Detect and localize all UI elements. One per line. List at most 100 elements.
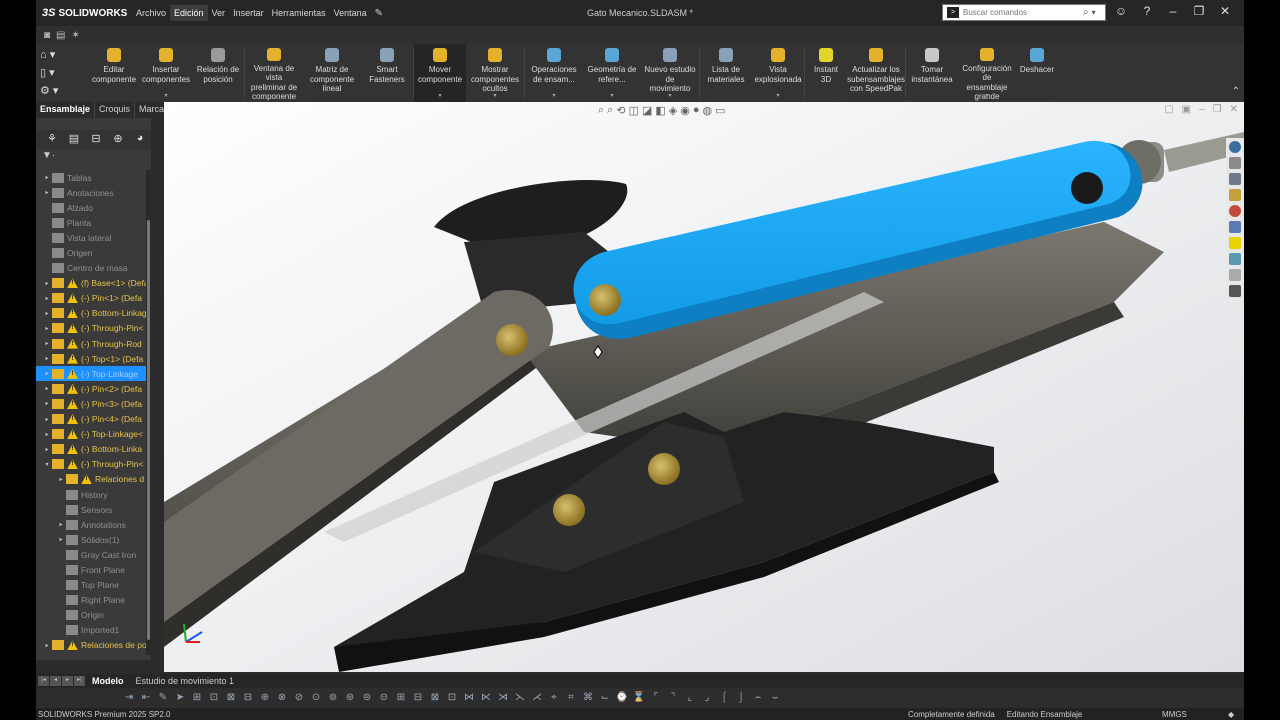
tree-item[interactable]: Origen xyxy=(36,245,151,260)
tree-item[interactable]: ▸! (-) Pin<1> (Defa xyxy=(36,291,151,306)
graphics-area[interactable]: ⌕ ⌕ ⟲ ◫ ◪ ◧ ◈ ◉ ● ◍ ▭ ▢ ▣ – ❐ ✕ xyxy=(164,102,1244,672)
toolbar-tool-icon[interactable]: ⊟ xyxy=(241,692,255,704)
tab-motion-study[interactable]: Estudio de movimiento 1 xyxy=(130,676,241,686)
dropdown-arrow-icon[interactable]: ▾ xyxy=(668,93,671,100)
search-input[interactable] xyxy=(963,8,1083,17)
view-palette-icon[interactable] xyxy=(1229,189,1241,201)
appearances-icon[interactable] xyxy=(1229,205,1241,217)
apply-scene-icon[interactable]: ◍ xyxy=(703,104,713,117)
appearance-icon[interactable]: ◕ xyxy=(130,132,150,148)
zoom-fit-icon[interactable]: ⌕ xyxy=(598,104,604,117)
dropdown-arrow-icon[interactable]: ▾ xyxy=(610,93,613,100)
toolbar-tool-icon[interactable]: ⊝ xyxy=(377,692,391,704)
chevron-up-icon[interactable]: ⌃ xyxy=(1232,86,1240,97)
expand-arrow-icon[interactable]: ▸ xyxy=(42,446,52,453)
tools-icon[interactable]: ✶ xyxy=(72,30,80,41)
dropdown-arrow-icon[interactable]: ▾ xyxy=(776,93,779,100)
printer-icon[interactable]: ▤ xyxy=(56,30,65,41)
dropdown-arrow-icon[interactable]: ▾ xyxy=(164,93,167,100)
toolbar-tool-icon[interactable]: ⌚ xyxy=(615,692,629,704)
pin-4[interactable] xyxy=(589,284,621,316)
ribbon-button-0[interactable]: Editar componente xyxy=(88,44,140,102)
pin-2[interactable] xyxy=(553,494,585,526)
toolbar-tool-icon[interactable]: ⌝ xyxy=(666,692,680,704)
toolbar-tool-icon[interactable]: ⊡ xyxy=(207,692,221,704)
section-view-icon[interactable]: ◫ xyxy=(629,104,639,117)
configuration-icon[interactable]: ⊟ xyxy=(86,132,106,148)
new-document-icon[interactable]: ▯ ▾ xyxy=(40,66,84,80)
hide-show-icon[interactable]: ◉ xyxy=(680,104,690,117)
previous-view-icon[interactable]: ⟲ xyxy=(616,104,625,117)
tree-item[interactable]: Right Plane xyxy=(36,593,151,608)
expand-arrow-icon[interactable]: ▸ xyxy=(42,325,52,332)
ribbon-button-15[interactable]: Tomar instantánea xyxy=(906,44,958,102)
dropdown-arrow-icon[interactable]: ▾ xyxy=(552,93,555,100)
tree-item[interactable]: Alzado xyxy=(36,200,151,215)
dropdown-arrow-icon[interactable]: ▾ xyxy=(985,93,988,100)
home-icon[interactable]: ⌂ ▾ xyxy=(40,48,84,62)
menu-item-4[interactable]: Herramientas xyxy=(268,5,330,21)
tree-item[interactable]: Top Plane xyxy=(36,578,151,593)
menu-item-1[interactable]: Edición xyxy=(170,5,208,21)
ribbon-button-12[interactable]: Vista explosionada ▾ xyxy=(752,44,804,102)
last-tab-icon[interactable]: ▸| xyxy=(74,676,85,686)
ribbon-button-9[interactable]: Geometría de refere... ▾ xyxy=(583,44,641,102)
toolbar-tool-icon[interactable]: ⊚ xyxy=(326,692,340,704)
viewport-tile-icon[interactable]: ▢ xyxy=(1164,104,1173,115)
expand-arrow-icon[interactable]: ▸ xyxy=(42,280,52,287)
toolbar-tool-icon[interactable]: ⊕ xyxy=(258,692,272,704)
toolbar-tool-icon[interactable]: ⌜ xyxy=(649,692,663,704)
menu-item-0[interactable]: Archivo xyxy=(132,5,170,21)
viewport-close-icon[interactable]: ✕ xyxy=(1230,104,1238,115)
dynamic-annotation-icon[interactable]: ◪ xyxy=(642,104,652,117)
status-bar-menu-icon[interactable]: ◆ xyxy=(1228,710,1234,719)
toolbar-tool-icon[interactable]: ⊘ xyxy=(292,692,306,704)
tree-item[interactable]: ▸ Annotations xyxy=(36,517,151,532)
pin-3[interactable] xyxy=(648,453,680,485)
file-explorer-icon[interactable] xyxy=(1229,173,1241,185)
tree-item[interactable]: Front Plane xyxy=(36,562,151,577)
ribbon-button-7[interactable]: Mostrar componentes ocultos ▾ xyxy=(466,44,524,102)
tree-item[interactable]: ▸! (-) Through-Pin< xyxy=(36,321,151,336)
toolbar-tool-icon[interactable]: ⊙ xyxy=(309,692,323,704)
expand-arrow-icon[interactable]: ▸ xyxy=(42,385,52,392)
tab-model[interactable]: Modelo xyxy=(86,676,130,686)
tree-item[interactable]: Vista lateral xyxy=(36,230,151,245)
command-tab-1[interactable]: Croquis xyxy=(95,102,136,118)
filter-icon[interactable]: ▼· xyxy=(36,150,151,164)
tree-item[interactable]: History xyxy=(36,487,151,502)
toolbar-tool-icon[interactable]: ⌟ xyxy=(700,692,714,704)
restore-icon[interactable]: ❐ xyxy=(1186,4,1212,18)
menu-item-3[interactable]: Insertar xyxy=(229,5,268,21)
toolbar-tool-icon[interactable]: ⊛ xyxy=(343,692,357,704)
command-search[interactable]: > ⌕ ▾ xyxy=(942,4,1106,21)
expand-arrow-icon[interactable]: ▸ xyxy=(56,521,66,528)
user-icon[interactable]: ☺ xyxy=(1108,4,1134,18)
expand-arrow-icon[interactable]: ▸ xyxy=(42,295,52,302)
display-style-icon[interactable]: ◈ xyxy=(669,104,677,117)
tree-item[interactable]: Centro de masa xyxy=(36,261,151,276)
toolbar-tool-icon[interactable]: ⇤ xyxy=(139,692,153,704)
ribbon-button-16[interactable]: Configuración de ensamblaje grande ▾ xyxy=(958,44,1016,102)
pin-icon[interactable]: ✎ xyxy=(371,8,387,19)
toolbox-icon[interactable] xyxy=(1229,237,1241,249)
toolbar-tool-icon[interactable]: ✎ xyxy=(156,692,170,704)
ribbon-button-4[interactable]: Matriz de componente lineal xyxy=(303,44,361,102)
toolbar-tool-icon[interactable]: ⋉ xyxy=(479,692,493,704)
ribbon-button-10[interactable]: Nuevo estudio de movimiento ▾ xyxy=(641,44,699,102)
toolbar-tool-icon[interactable]: ⌖ xyxy=(547,692,561,704)
tree-item[interactable]: Gray Cast Iron xyxy=(36,547,151,562)
tree-item[interactable]: ▸! Relaciones de po xyxy=(36,638,151,653)
toolbar-tool-icon[interactable]: ⌣ xyxy=(768,692,782,704)
toolbar-tool-icon[interactable]: ⊠ xyxy=(224,692,238,704)
tree-item[interactable]: ▸! (-) Pin<2> (Defa xyxy=(36,381,151,396)
toolbar-tool-icon[interactable]: ⊜ xyxy=(360,692,374,704)
tree-item[interactable]: ▸! (-) Bottom-Linkag xyxy=(36,306,151,321)
chevron-down-icon[interactable]: ▾ xyxy=(1092,8,1096,17)
first-tab-icon[interactable]: |◂ xyxy=(38,676,49,686)
close-icon[interactable]: ✕ xyxy=(1212,4,1238,18)
expand-arrow-icon[interactable]: ▸ xyxy=(42,370,52,377)
toolbar-tool-icon[interactable]: ⌠ xyxy=(717,692,731,704)
view-orientation-icon[interactable]: ◧ xyxy=(655,104,665,117)
dimxpert-icon[interactable]: ⊕ xyxy=(108,132,128,148)
